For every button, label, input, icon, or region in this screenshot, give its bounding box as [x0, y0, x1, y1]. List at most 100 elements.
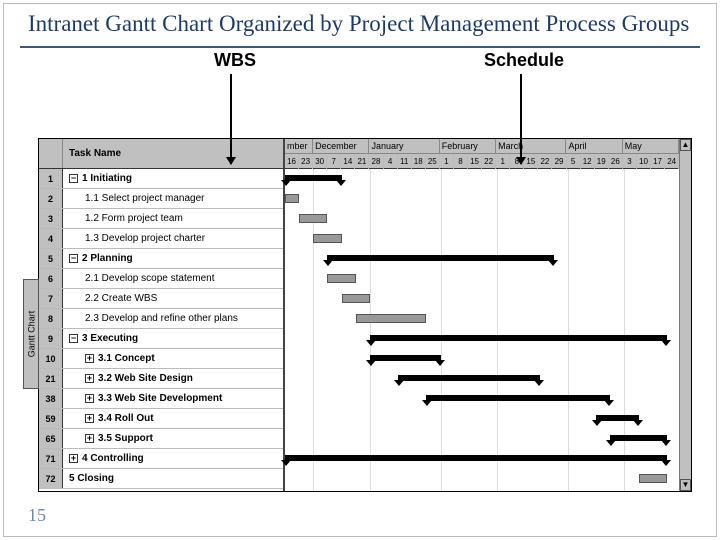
table-row[interactable]: 72.2 Create WBS [39, 289, 283, 309]
table-row[interactable]: 725 Closing [39, 469, 283, 489]
gantt-row [285, 249, 679, 269]
column-header-taskname[interactable]: Task Name [63, 139, 283, 168]
task-name-cell[interactable]: +3.2 Web Site Design [63, 369, 283, 388]
row-number[interactable]: 38 [39, 389, 63, 408]
day-header: 22 [538, 154, 552, 169]
row-number[interactable]: 72 [39, 469, 63, 488]
task-bar[interactable] [299, 214, 327, 223]
task-name-cell[interactable]: +3.1 Concept [63, 349, 283, 368]
summary-bar[interactable] [327, 255, 553, 261]
table-row[interactable]: 1−1 Initiating [39, 169, 283, 189]
task-name-cell[interactable]: 1.2 Form project team [63, 209, 283, 228]
row-number[interactable]: 10 [39, 349, 63, 368]
row-number[interactable]: 4 [39, 229, 63, 248]
task-name-cell[interactable]: 2.1 Develop scope statement [63, 269, 283, 288]
table-row[interactable]: 31.2 Form project team [39, 209, 283, 229]
day-header: 11 [398, 154, 412, 169]
scroll-down-icon[interactable]: ▼ [680, 479, 691, 491]
gantt-row [285, 229, 679, 249]
day-header: 8 [454, 154, 468, 169]
summary-bar[interactable] [370, 355, 441, 361]
table-row[interactable]: 5−2 Planning [39, 249, 283, 269]
month-header: January [369, 139, 439, 154]
corner-cell [39, 139, 63, 168]
gantt-row [285, 349, 679, 369]
task-name-cell[interactable]: 5 Closing [63, 469, 283, 488]
task-bar[interactable] [327, 274, 355, 283]
day-header: 24 [665, 154, 679, 169]
task-bar[interactable] [285, 194, 299, 203]
task-name-cell[interactable]: +3.4 Roll Out [63, 409, 283, 428]
task-name-cell[interactable]: +3.3 Web Site Development [63, 389, 283, 408]
collapse-icon[interactable]: − [69, 254, 78, 263]
row-number[interactable]: 6 [39, 269, 63, 288]
summary-bar[interactable] [285, 175, 342, 181]
task-name-cell[interactable]: 2.3 Develop and refine other plans [63, 309, 283, 328]
summary-bar[interactable] [426, 395, 610, 401]
scroll-up-icon[interactable]: ▲ [680, 139, 691, 151]
expand-icon[interactable]: + [85, 394, 94, 403]
table-row[interactable]: 71+4 Controlling [39, 449, 283, 469]
view-tab-gantt[interactable]: Gantt Chart [23, 279, 39, 389]
summary-bar[interactable] [285, 455, 667, 461]
row-number[interactable]: 59 [39, 409, 63, 428]
table-row[interactable]: 82.3 Develop and refine other plans [39, 309, 283, 329]
summary-bar[interactable] [398, 375, 539, 381]
task-bar[interactable] [356, 314, 427, 323]
table-row[interactable]: 59+3.4 Roll Out [39, 409, 283, 429]
summary-bar[interactable] [610, 435, 667, 441]
task-name-cell[interactable]: −1 Initiating [63, 169, 283, 188]
gantt-row [285, 209, 679, 229]
page-number: 15 [28, 505, 46, 526]
row-number[interactable]: 21 [39, 369, 63, 388]
expand-icon[interactable]: + [85, 354, 94, 363]
task-name-cell[interactable]: +3.5 Support [63, 429, 283, 448]
summary-bar[interactable] [596, 415, 638, 421]
table-row[interactable]: 21+3.2 Web Site Design [39, 369, 283, 389]
collapse-icon[interactable]: − [69, 174, 78, 183]
vertical-scrollbar[interactable]: ▲ ▼ [679, 139, 691, 491]
table-row[interactable]: 41.3 Develop project charter [39, 229, 283, 249]
row-number[interactable]: 9 [39, 329, 63, 348]
callout-row: WBS Schedule [4, 50, 716, 110]
task-name-cell[interactable]: 1.3 Develop project charter [63, 229, 283, 248]
row-number[interactable]: 3 [39, 209, 63, 228]
table-row[interactable]: 65+3.5 Support [39, 429, 283, 449]
day-header: 16 [285, 154, 299, 169]
row-number[interactable]: 71 [39, 449, 63, 468]
task-name-cell[interactable]: 2.2 Create WBS [63, 289, 283, 308]
gantt-row [285, 469, 679, 489]
table-row[interactable]: 38+3.3 Web Site Development [39, 389, 283, 409]
expand-icon[interactable]: + [85, 374, 94, 383]
expand-icon[interactable]: + [69, 454, 78, 463]
task-bar[interactable] [342, 294, 370, 303]
row-number[interactable]: 2 [39, 189, 63, 208]
gantt-row [285, 189, 679, 209]
task-grid[interactable]: 1−1 Initiating21.1 Select project manage… [39, 169, 285, 491]
timescale-header[interactable]: mberDecemberJanuaryFebruaryMarchAprilMay… [285, 139, 679, 169]
task-bar[interactable] [313, 234, 341, 243]
row-number[interactable]: 5 [39, 249, 63, 268]
task-name-cell[interactable]: 1.1 Select project manager [63, 189, 283, 208]
task-name-cell[interactable]: +4 Controlling [63, 449, 283, 468]
table-row[interactable]: 10+3.1 Concept [39, 349, 283, 369]
task-name-cell[interactable]: −3 Executing [63, 329, 283, 348]
page-title: Intranet Gantt Chart Organized by Projec… [4, 4, 716, 42]
task-name-cell[interactable]: −2 Planning [63, 249, 283, 268]
table-row[interactable]: 21.1 Select project manager [39, 189, 283, 209]
row-number[interactable]: 65 [39, 429, 63, 448]
summary-bar[interactable] [370, 335, 667, 341]
row-number[interactable]: 7 [39, 289, 63, 308]
expand-icon[interactable]: + [85, 414, 94, 423]
gantt-row [285, 429, 679, 449]
table-row[interactable]: 62.1 Develop scope statement [39, 269, 283, 289]
collapse-icon[interactable]: − [69, 334, 78, 343]
day-header: 1 [496, 154, 510, 169]
row-number[interactable]: 8 [39, 309, 63, 328]
expand-icon[interactable]: + [85, 434, 94, 443]
task-bar[interactable] [639, 474, 667, 483]
row-number[interactable]: 1 [39, 169, 63, 188]
gantt-chart-area[interactable] [285, 169, 679, 491]
table-row[interactable]: 9−3 Executing [39, 329, 283, 349]
slide-frame: Intranet Gantt Chart Organized by Projec… [3, 3, 717, 537]
